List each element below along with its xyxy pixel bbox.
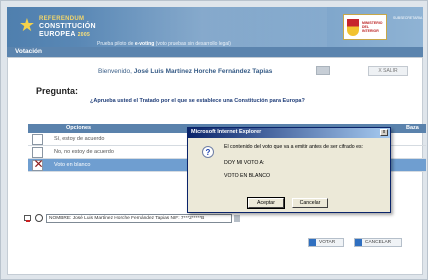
option-row-no[interactable]: No, no estoy de acuerdo: [28, 146, 198, 159]
voter-id-bar: NOMBRE: José Luis Martínez Horche Fernán…: [24, 214, 284, 224]
app-window: ★ REFERENDUM CONSTITUCIÓN EUROPEA 2005 Pr…: [0, 0, 428, 280]
settings-circle-icon[interactable]: [35, 214, 43, 222]
option-label: No, no estoy de acuerdo: [54, 149, 114, 155]
ministry-logo: MINISTERIO DEL INTERIOR: [343, 14, 387, 40]
referendum-logo: ★ REFERENDUM CONSTITUCIÓN EUROPEA 2005: [17, 11, 107, 45]
cancel-icon: [355, 239, 362, 246]
question-label: Pregunta:: [36, 86, 79, 96]
vote-icon: [309, 239, 316, 246]
section-bar: Votación: [7, 47, 423, 57]
subsecretaria-label: SUBSECRETARIA: [393, 16, 423, 20]
card-icon: [24, 215, 31, 222]
logo-line1: REFERENDUM: [39, 16, 85, 22]
accept-button[interactable]: Aceptar: [247, 197, 285, 209]
logo-year: 2005: [77, 32, 91, 38]
dialog-line2: DOY MI VOTO A:: [224, 160, 265, 166]
option-row-si[interactable]: Sí, estoy de acuerdo: [28, 133, 198, 146]
exit-button[interactable]: X SALIR: [368, 66, 408, 76]
confirm-dialog: Microsoft Internet Explorer x ? El conte…: [187, 127, 391, 213]
question-text: ¿Aprueba usted el Tratado por el que se …: [90, 98, 305, 104]
question-icon: ?: [202, 146, 214, 158]
logo-line3-text: EUROPEA: [39, 31, 76, 38]
option-label: Sí, estoy de acuerdo: [54, 136, 105, 142]
cancel-vote-label: CANCELAR: [365, 240, 392, 245]
option-checkbox[interactable]: [32, 134, 43, 145]
ministry-name: MINISTERIO DEL INTERIOR: [362, 21, 383, 33]
logo-line3: EUROPEA 2005: [39, 31, 90, 39]
section-title: Votación: [15, 48, 42, 55]
option-row-blanco[interactable]: ✕ Voto en blanco: [28, 157, 198, 172]
header-banner: ★ REFERENDUM CONSTITUCIÓN EUROPEA 2005 Pr…: [7, 7, 423, 47]
checked-x-icon: ✕: [33, 157, 44, 171]
option-checkbox[interactable]: ✕: [32, 157, 44, 171]
welcome-text: Bienvenido, José Luis Martínez Horche Fe…: [98, 68, 272, 75]
voter-id-field: NOMBRE: José Luis Martínez Horche Fernán…: [46, 214, 232, 223]
option-label: Voto en blanco: [54, 162, 91, 168]
voter-name: José Luis Martínez Horche Fernández Tapi…: [133, 68, 273, 75]
options-header-right: Baza: [406, 125, 419, 131]
vote-button[interactable]: VOTAR: [308, 238, 344, 247]
help-button[interactable]: [316, 66, 330, 75]
close-icon[interactable]: x: [380, 129, 388, 136]
dialog-message: El contenido del voto que va a emitir an…: [224, 144, 363, 150]
dialog-line3: VOTO EN BLANCO: [224, 173, 271, 179]
logo-line2: CONSTITUCIÓN: [39, 23, 96, 30]
dialog-cancel-button[interactable]: Cancelar: [292, 198, 328, 208]
field-dropdown-icon[interactable]: [234, 215, 240, 222]
cancel-vote-button[interactable]: CANCELAR: [354, 238, 402, 247]
coat-of-arms-icon: [347, 19, 359, 36]
vote-label: VOTAR: [319, 240, 336, 245]
dialog-titlebar[interactable]: Microsoft Internet Explorer x: [188, 128, 390, 138]
welcome-prefix: Bienvenido,: [98, 68, 132, 75]
dialog-title: Microsoft Internet Explorer: [191, 129, 262, 135]
star-icon: ★: [18, 15, 36, 36]
options-header-label: Opciones: [66, 125, 92, 131]
